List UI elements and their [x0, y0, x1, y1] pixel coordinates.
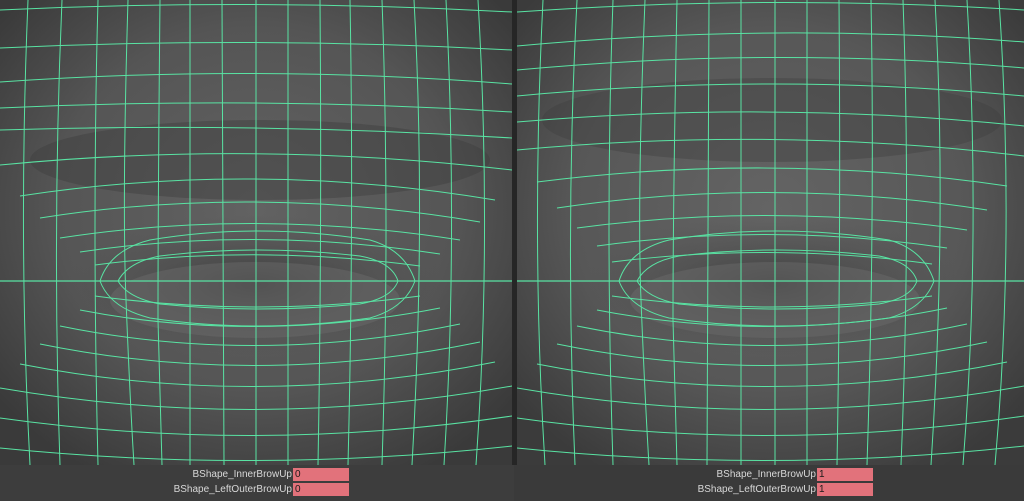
attribute-row: BShape_LeftOuterBrowUp — [514, 483, 816, 497]
attribute-label: BShape_LeftOuterBrowUp — [697, 484, 816, 495]
channel-box-left: BShape_InnerBrowUp 0 BShape_LeftOuterBro… — [0, 465, 514, 501]
attribute-label: BShape_LeftOuterBrowUp — [173, 484, 292, 495]
blendshape-comparison-window: BShape_InnerBrowUp 0 BShape_LeftOuterBro… — [0, 0, 1024, 501]
attribute-value-field[interactable]: 0 — [293, 468, 349, 481]
viewport-left[interactable] — [0, 0, 512, 465]
attribute-label: BShape_InnerBrowUp — [192, 469, 292, 480]
viewport-right[interactable] — [517, 0, 1024, 465]
channel-box-right: BShape_InnerBrowUp 1 BShape_LeftOuterBro… — [514, 465, 1024, 501]
attribute-label: BShape_InnerBrowUp — [716, 469, 816, 480]
attribute-value-field[interactable]: 1 — [817, 483, 873, 496]
attribute-row: BShape_InnerBrowUp — [0, 468, 292, 482]
attribute-row: BShape_InnerBrowUp — [514, 468, 816, 482]
wireframe-mesh-right — [517, 0, 1024, 465]
attribute-value-field[interactable]: 1 — [817, 468, 873, 481]
attribute-row: BShape_LeftOuterBrowUp — [0, 483, 292, 497]
attribute-value-field[interactable]: 0 — [293, 483, 349, 496]
wireframe-mesh-left — [0, 0, 512, 465]
